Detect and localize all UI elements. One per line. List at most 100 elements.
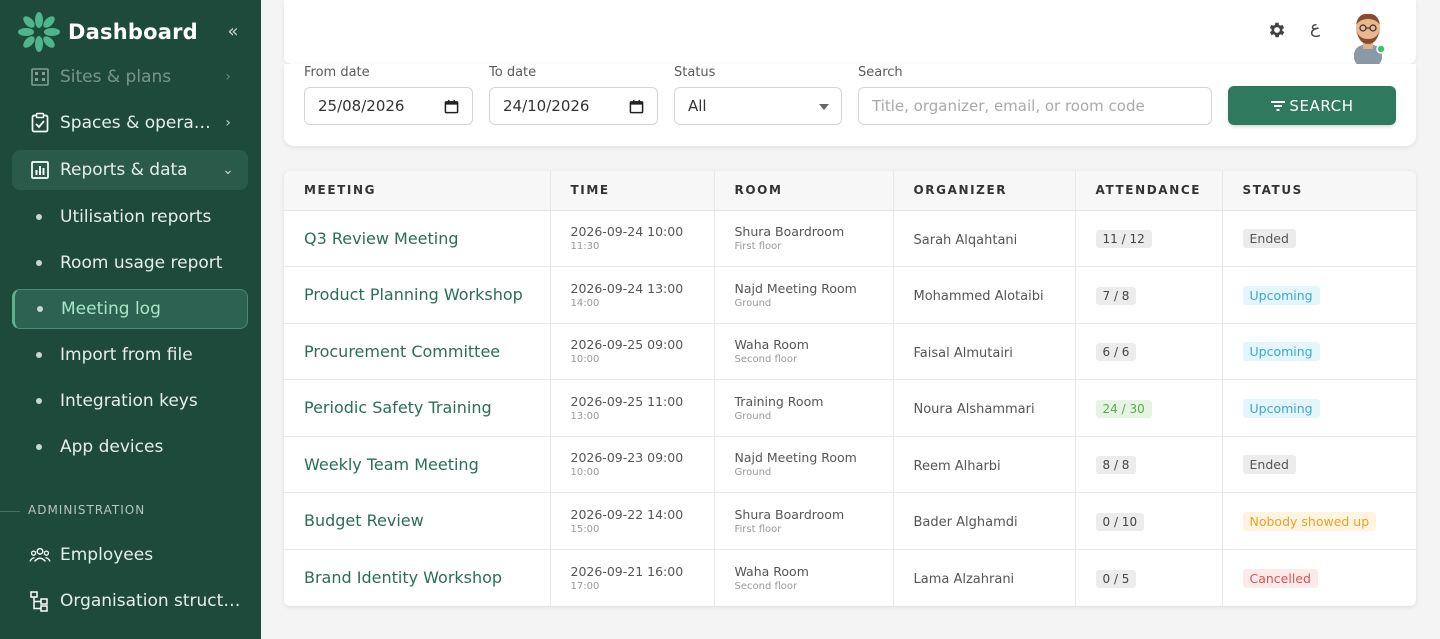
status-badge: Upcoming — [1242, 398, 1320, 418]
building-icon — [29, 66, 51, 88]
attendance-cell: 0 / 10 — [1075, 492, 1223, 550]
meeting-link[interactable]: Product Planning Workshop — [304, 285, 523, 304]
organizer-cell: Sarah Alqahtani — [893, 210, 1076, 267]
status-select[interactable]: All — [674, 87, 842, 125]
brand-title: Dashboard — [68, 20, 198, 44]
sidebar-item-label: Sites & plans — [60, 67, 172, 87]
meeting-link[interactable]: Weekly Team Meeting — [304, 455, 479, 474]
room-name: Training Room — [734, 393, 824, 409]
language-toggle[interactable]: ع — [1310, 18, 1320, 38]
bar-chart-icon — [29, 159, 51, 181]
time-cell: 2026-09-24 10:00 11:30 — [550, 210, 715, 267]
sidebar-item-label: Spaces & operations — [60, 113, 216, 133]
room-floor: Ground — [734, 297, 772, 309]
room-cell: Shura Boardroom First floor — [714, 492, 894, 550]
sidebar-item-employees[interactable]: Employees — [12, 535, 248, 575]
table-row[interactable]: Q3 Review Meeting 2026-09-24 10:00 11:30 Sh… — [284, 210, 1416, 267]
column-header-meeting[interactable]: MEETING — [284, 171, 551, 211]
leaf-logo-icon — [18, 12, 60, 52]
room-cell: Waha Room Second floor — [714, 549, 894, 606]
chevron-icon: › — [225, 115, 231, 131]
search-input[interactable]: Title, organizer, email, or room code — [858, 87, 1212, 125]
status-cell: Upcoming — [1222, 323, 1416, 380]
sidebar-subitem-meeting-log[interactable]: Meeting log — [12, 289, 248, 329]
sidebar-item-organisation-structure[interactable]: Organisation structure — [12, 581, 248, 621]
room-cell: Najd Meeting Room Ground — [714, 436, 894, 493]
from-date-value: 25/08/2026 — [318, 97, 405, 115]
room-name: Waha Room — [734, 563, 809, 579]
sidebar-subitem-room-usage-report[interactable]: Room usage report — [12, 243, 248, 283]
brand[interactable]: Dashboard « — [18, 12, 243, 52]
meeting-cell: Periodic Safety Training — [284, 379, 551, 437]
filter-icon — [1271, 100, 1286, 111]
sidebar-item-label: Employees — [60, 545, 154, 565]
room-floor: First floor — [734, 523, 782, 535]
attendance-badge: 7 / 8 — [1095, 286, 1137, 305]
to-date-value: 24/10/2026 — [503, 97, 590, 115]
status-cell: Nobody showed up — [1222, 492, 1416, 550]
table-row[interactable]: Product Planning Workshop 2026-09-24 13:0… — [284, 266, 1416, 324]
to-date-input[interactable]: 24/10/2026 — [489, 87, 658, 125]
section-divider — [0, 511, 20, 512]
table-row[interactable]: Budget Review 2026-09-22 14:00 15:00 Shura … — [284, 492, 1416, 550]
organizer-cell: Mohammed Alotaibi — [893, 266, 1076, 324]
room-floor: Ground — [734, 410, 772, 422]
meeting-link[interactable]: Q3 Review Meeting — [304, 229, 459, 248]
gear-icon[interactable] — [1267, 20, 1287, 40]
sidebar-subitem-import-from-file[interactable]: Import from file — [12, 335, 248, 375]
sidebar-subitem-utilisation-reports[interactable]: Utilisation reports — [12, 197, 248, 237]
column-header-time[interactable]: TIME — [550, 171, 715, 211]
collapse-sidebar-icon[interactable]: « — [223, 22, 243, 42]
status-cell: Ended — [1222, 436, 1416, 493]
organizer-cell: Reem Alharbi — [893, 436, 1076, 493]
meeting-link[interactable]: Budget Review — [304, 511, 424, 530]
meeting-cell: Weekly Team Meeting — [284, 436, 551, 493]
status-badge: Upcoming — [1242, 285, 1320, 305]
status-cell: Upcoming — [1222, 266, 1416, 324]
end-time: 17:00 — [570, 580, 600, 592]
bullet-icon — [36, 444, 42, 450]
organizer-name: Mohammed Alotaibi — [913, 289, 1044, 305]
org-tree-icon — [29, 590, 51, 612]
organizer-name: Sarah Alqahtani — [913, 232, 1018, 248]
sidebar-subitem-label: Meeting log — [61, 299, 161, 319]
attendance-cell: 11 / 12 — [1075, 210, 1223, 267]
table-row[interactable]: Procurement Committee 2026-09-25 09:00 10:… — [284, 323, 1416, 380]
meeting-cell: Product Planning Workshop — [284, 266, 551, 324]
column-header-room[interactable]: ROOM — [714, 171, 894, 211]
table-row[interactable]: Weekly Team Meeting 2026-09-23 09:00 10:00… — [284, 436, 1416, 493]
user-avatar[interactable] — [1350, 11, 1386, 67]
room-name: Waha Room — [734, 337, 809, 353]
from-date-input[interactable]: 25/08/2026 — [304, 87, 473, 125]
column-header-status[interactable]: STATUS — [1222, 171, 1416, 211]
sidebar-subitem-integration-keys[interactable]: Integration keys — [12, 381, 248, 421]
column-header-organizer[interactable]: ORGANIZER — [893, 171, 1076, 211]
table-row[interactable]: Periodic Safety Training 2026-09-25 11:00… — [284, 379, 1416, 437]
time-cell: 2026-09-22 14:00 15:00 — [550, 492, 715, 550]
sidebar-item-reports-and-data[interactable]: Reports & data ⌄ — [12, 150, 248, 190]
meeting-link[interactable]: Periodic Safety Training — [304, 398, 492, 417]
sidebar-item-sites-and-plans[interactable]: Sites & plans › — [12, 57, 248, 97]
bullet-icon — [36, 214, 42, 220]
bullet-icon — [36, 260, 42, 266]
table-header-row: MEETING TIME ROOM ORGANIZER ATTENDANCE S… — [284, 171, 1416, 211]
column-header-attendance[interactable]: ATTENDANCE — [1075, 171, 1223, 211]
meeting-link[interactable]: Brand Identity Workshop — [304, 568, 502, 587]
room-name: Najd Meeting Room — [734, 280, 857, 296]
status-badge: Upcoming — [1242, 342, 1320, 362]
attendance-cell: 7 / 8 — [1075, 266, 1223, 324]
meeting-link[interactable]: Procurement Committee — [304, 342, 500, 361]
sidebar-subitem-app-devices[interactable]: App devices — [12, 427, 248, 467]
top-bar: ع — [284, 0, 1416, 67]
table-row[interactable]: Brand Identity Workshop 2026-09-21 16:00 1… — [284, 549, 1416, 606]
calendar-icon[interactable] — [444, 99, 459, 114]
status-badge: Ended — [1242, 455, 1296, 475]
status-label: Status — [674, 65, 716, 80]
sidebar-item-spaces-and-operations[interactable]: Spaces & operations › — [12, 103, 248, 143]
room-floor: Ground — [734, 467, 772, 479]
end-time: 13:00 — [570, 410, 600, 422]
status-badge: Cancelled — [1242, 568, 1318, 588]
search-button[interactable]: SEARCH — [1228, 86, 1396, 125]
calendar-icon[interactable] — [629, 99, 644, 114]
sidebar-item-label: Organisation structure — [60, 591, 248, 611]
